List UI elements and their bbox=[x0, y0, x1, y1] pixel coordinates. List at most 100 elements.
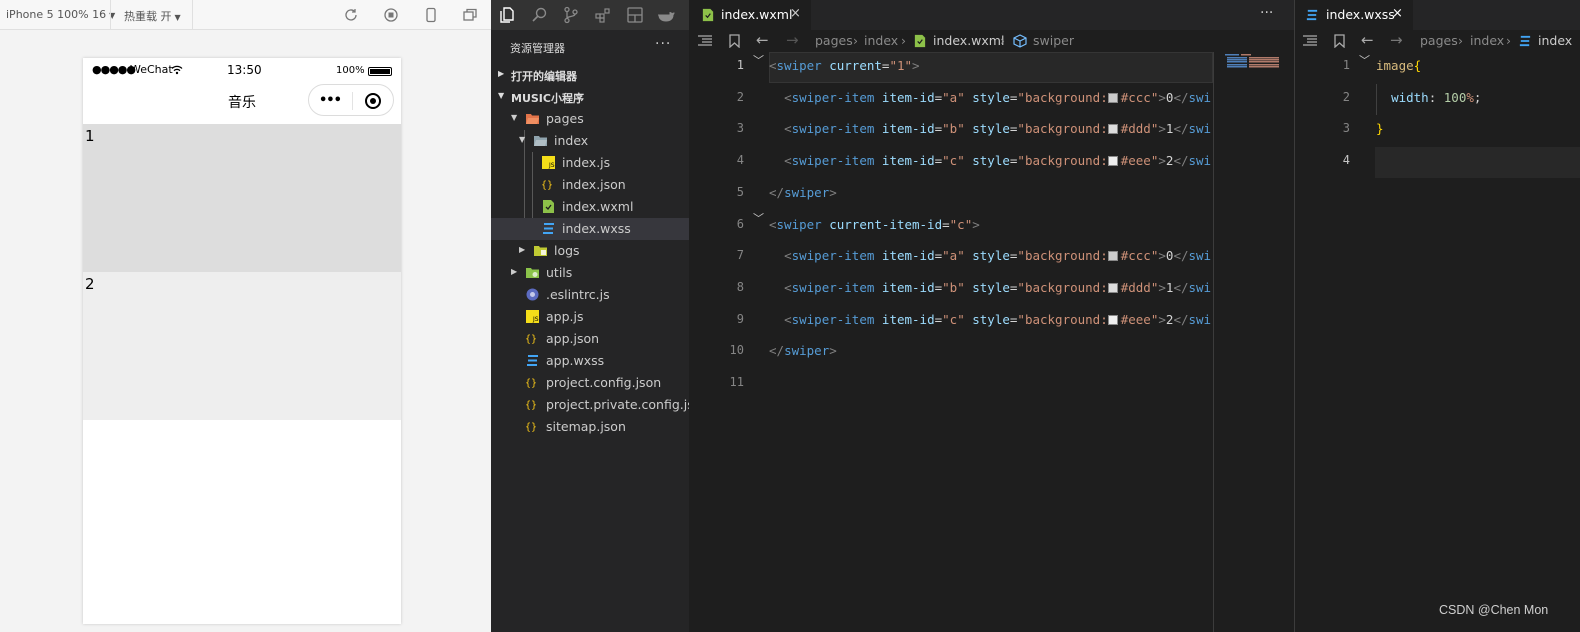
device-dropdown[interactable]: iPhone 5 100% 16 ▼ bbox=[6, 8, 115, 21]
minimap[interactable] bbox=[1223, 54, 1281, 68]
explorer-icon[interactable] bbox=[499, 6, 517, 24]
code-token: item-id bbox=[881, 89, 935, 105]
list-icon[interactable] bbox=[1303, 35, 1317, 47]
close-icon[interactable]: × bbox=[1392, 6, 1403, 21]
arrow-left-icon[interactable]: ← bbox=[756, 31, 769, 49]
bookmark-icon[interactable] bbox=[1334, 34, 1345, 48]
tree-item-app-js[interactable]: JS app.js bbox=[491, 306, 689, 328]
refresh-icon[interactable] bbox=[343, 7, 359, 23]
fold-chevron-icon[interactable]: ﹀ bbox=[1359, 52, 1370, 68]
code-token: style bbox=[972, 153, 1010, 169]
close-icon[interactable]: × bbox=[790, 6, 801, 21]
tree-item-pages[interactable]: ▼ pages bbox=[491, 108, 689, 130]
explorer-more-button[interactable]: ··· bbox=[655, 36, 671, 52]
color-swatch[interactable] bbox=[1107, 156, 1118, 167]
project-section[interactable]: ▼ MUSIC小程序 bbox=[491, 86, 689, 108]
extensions-icon[interactable] bbox=[594, 6, 612, 24]
tab-index-wxss[interactable]: index.wxss × bbox=[1295, 0, 1413, 30]
tree-item-label: index.js bbox=[562, 155, 611, 170]
menu-capsule[interactable]: ••• bbox=[308, 84, 394, 116]
color-swatch[interactable] bbox=[1107, 92, 1118, 103]
phone-icon[interactable] bbox=[423, 7, 439, 23]
editor-more-button[interactable]: ··· bbox=[1260, 5, 1273, 21]
more-dots-icon[interactable]: ••• bbox=[319, 94, 342, 107]
tree-item-index-folder[interactable]: ▼ index bbox=[491, 130, 689, 152]
color-swatch[interactable] bbox=[1107, 282, 1118, 293]
tree-item-eslintrc[interactable]: .eslintrc.js bbox=[491, 284, 689, 306]
detach-window-icon[interactable] bbox=[462, 7, 478, 23]
hot-reload-label: 热重载 开 bbox=[124, 10, 172, 23]
folder-open-icon bbox=[534, 136, 547, 146]
color-swatch[interactable] bbox=[1107, 314, 1118, 325]
tree-item-index-wxml[interactable]: index.wxml bbox=[491, 196, 689, 218]
svg-text:{}: {} bbox=[541, 180, 553, 191]
tree-item-sitemap[interactable]: {} sitemap.json bbox=[491, 416, 689, 438]
code-token: "background: bbox=[1017, 89, 1108, 105]
fold-chevron-icon[interactable]: ﹀ bbox=[753, 52, 764, 68]
source-control-icon[interactable] bbox=[562, 6, 580, 24]
color-swatch[interactable] bbox=[1107, 251, 1118, 262]
fold-chevron-icon[interactable]: ﹀ bbox=[753, 210, 764, 226]
breadcrumb-item[interactable]: pages bbox=[815, 33, 853, 48]
code-token: width bbox=[1391, 89, 1429, 105]
breadcrumb-item[interactable]: index.wxml bbox=[933, 33, 1004, 48]
code-line: <swiper-item item-id="c" style="backgrou… bbox=[769, 153, 1211, 168]
code-token: image bbox=[1376, 58, 1414, 73]
line-number: 2 bbox=[1342, 89, 1350, 104]
breadcrumb-item[interactable]: pages bbox=[1420, 33, 1458, 48]
breadcrumb-item[interactable]: index bbox=[864, 33, 898, 48]
code-token: current-item-id bbox=[829, 216, 943, 232]
open-editors-section[interactable]: ▶ 打开的编辑器 bbox=[491, 64, 689, 86]
tree-item-utils[interactable]: ▶ utils bbox=[491, 262, 689, 284]
tree-item-project-config[interactable]: {} project.config.json bbox=[491, 372, 689, 394]
arrow-right-icon[interactable]: → bbox=[1390, 31, 1403, 49]
breadcrumb-item[interactable]: swiper bbox=[1033, 33, 1074, 48]
editor-scrollbar[interactable] bbox=[1213, 52, 1214, 632]
arrow-left-icon[interactable]: ← bbox=[1361, 31, 1374, 49]
editor-tab-bar: index.wxss × bbox=[1295, 0, 1580, 30]
breadcrumb-separator: › bbox=[853, 33, 858, 48]
tab-index-wxml[interactable]: index.wxml × bbox=[689, 0, 811, 30]
code-line: </swiper> bbox=[769, 185, 837, 200]
code-token: % bbox=[1466, 89, 1474, 105]
tree-item-index-wxss[interactable]: index.wxss bbox=[491, 218, 689, 240]
activity-bar bbox=[491, 0, 689, 30]
tree-item-index-js[interactable]: JS index.js bbox=[491, 152, 689, 174]
code-token: </ bbox=[1173, 311, 1189, 327]
bookmark-icon[interactable] bbox=[729, 34, 740, 48]
breadcrumb-item[interactable]: index bbox=[1470, 33, 1504, 48]
code-token: style bbox=[972, 311, 1010, 327]
docker-icon[interactable] bbox=[657, 6, 675, 24]
simulator-toolbar: iPhone 5 100% 16 ▼ 热重载 开 ▼ bbox=[0, 0, 491, 30]
tree-item-logs[interactable]: ▶ logs bbox=[491, 240, 689, 262]
code-token: = bbox=[934, 153, 943, 169]
list-icon[interactable] bbox=[698, 35, 712, 47]
tree-item-app-json[interactable]: {} app.json bbox=[491, 328, 689, 350]
breadcrumb: ← → pages › index › index bbox=[1295, 30, 1580, 52]
swiper-item-1[interactable]: 1 bbox=[83, 124, 401, 272]
tree-item-index-json[interactable]: {} index.json bbox=[491, 174, 689, 196]
close-miniprogram-icon[interactable] bbox=[364, 92, 382, 110]
hot-reload-dropdown[interactable]: 热重载 开 ▼ bbox=[124, 8, 181, 24]
search-icon[interactable] bbox=[531, 6, 549, 24]
layout-panel-icon[interactable] bbox=[626, 6, 644, 24]
stop-record-icon[interactable] bbox=[383, 7, 399, 23]
code-token: < bbox=[769, 58, 777, 73]
watermark: CSDN @Chen Mon bbox=[1439, 603, 1549, 617]
arrow-right-icon[interactable]: → bbox=[786, 31, 799, 49]
code-token: #ddd" bbox=[1120, 121, 1159, 137]
breadcrumb-item[interactable]: index bbox=[1538, 33, 1572, 48]
tree-item-project-private-config[interactable]: {} project.private.config.js... bbox=[491, 394, 706, 416]
code-token: > bbox=[1158, 279, 1166, 295]
swiper-item-2[interactable]: 2 bbox=[83, 272, 401, 420]
color-swatch[interactable] bbox=[1107, 124, 1118, 135]
chevron-right-icon: ▶ bbox=[498, 69, 505, 78]
code-token: < bbox=[784, 311, 792, 327]
line-number: 5 bbox=[736, 184, 744, 199]
tree-item-app-wxss[interactable]: app.wxss bbox=[491, 350, 689, 372]
code-token: "b" bbox=[942, 279, 965, 295]
code-token: > bbox=[1158, 121, 1166, 137]
swiper-item-text: 2 bbox=[85, 275, 95, 293]
